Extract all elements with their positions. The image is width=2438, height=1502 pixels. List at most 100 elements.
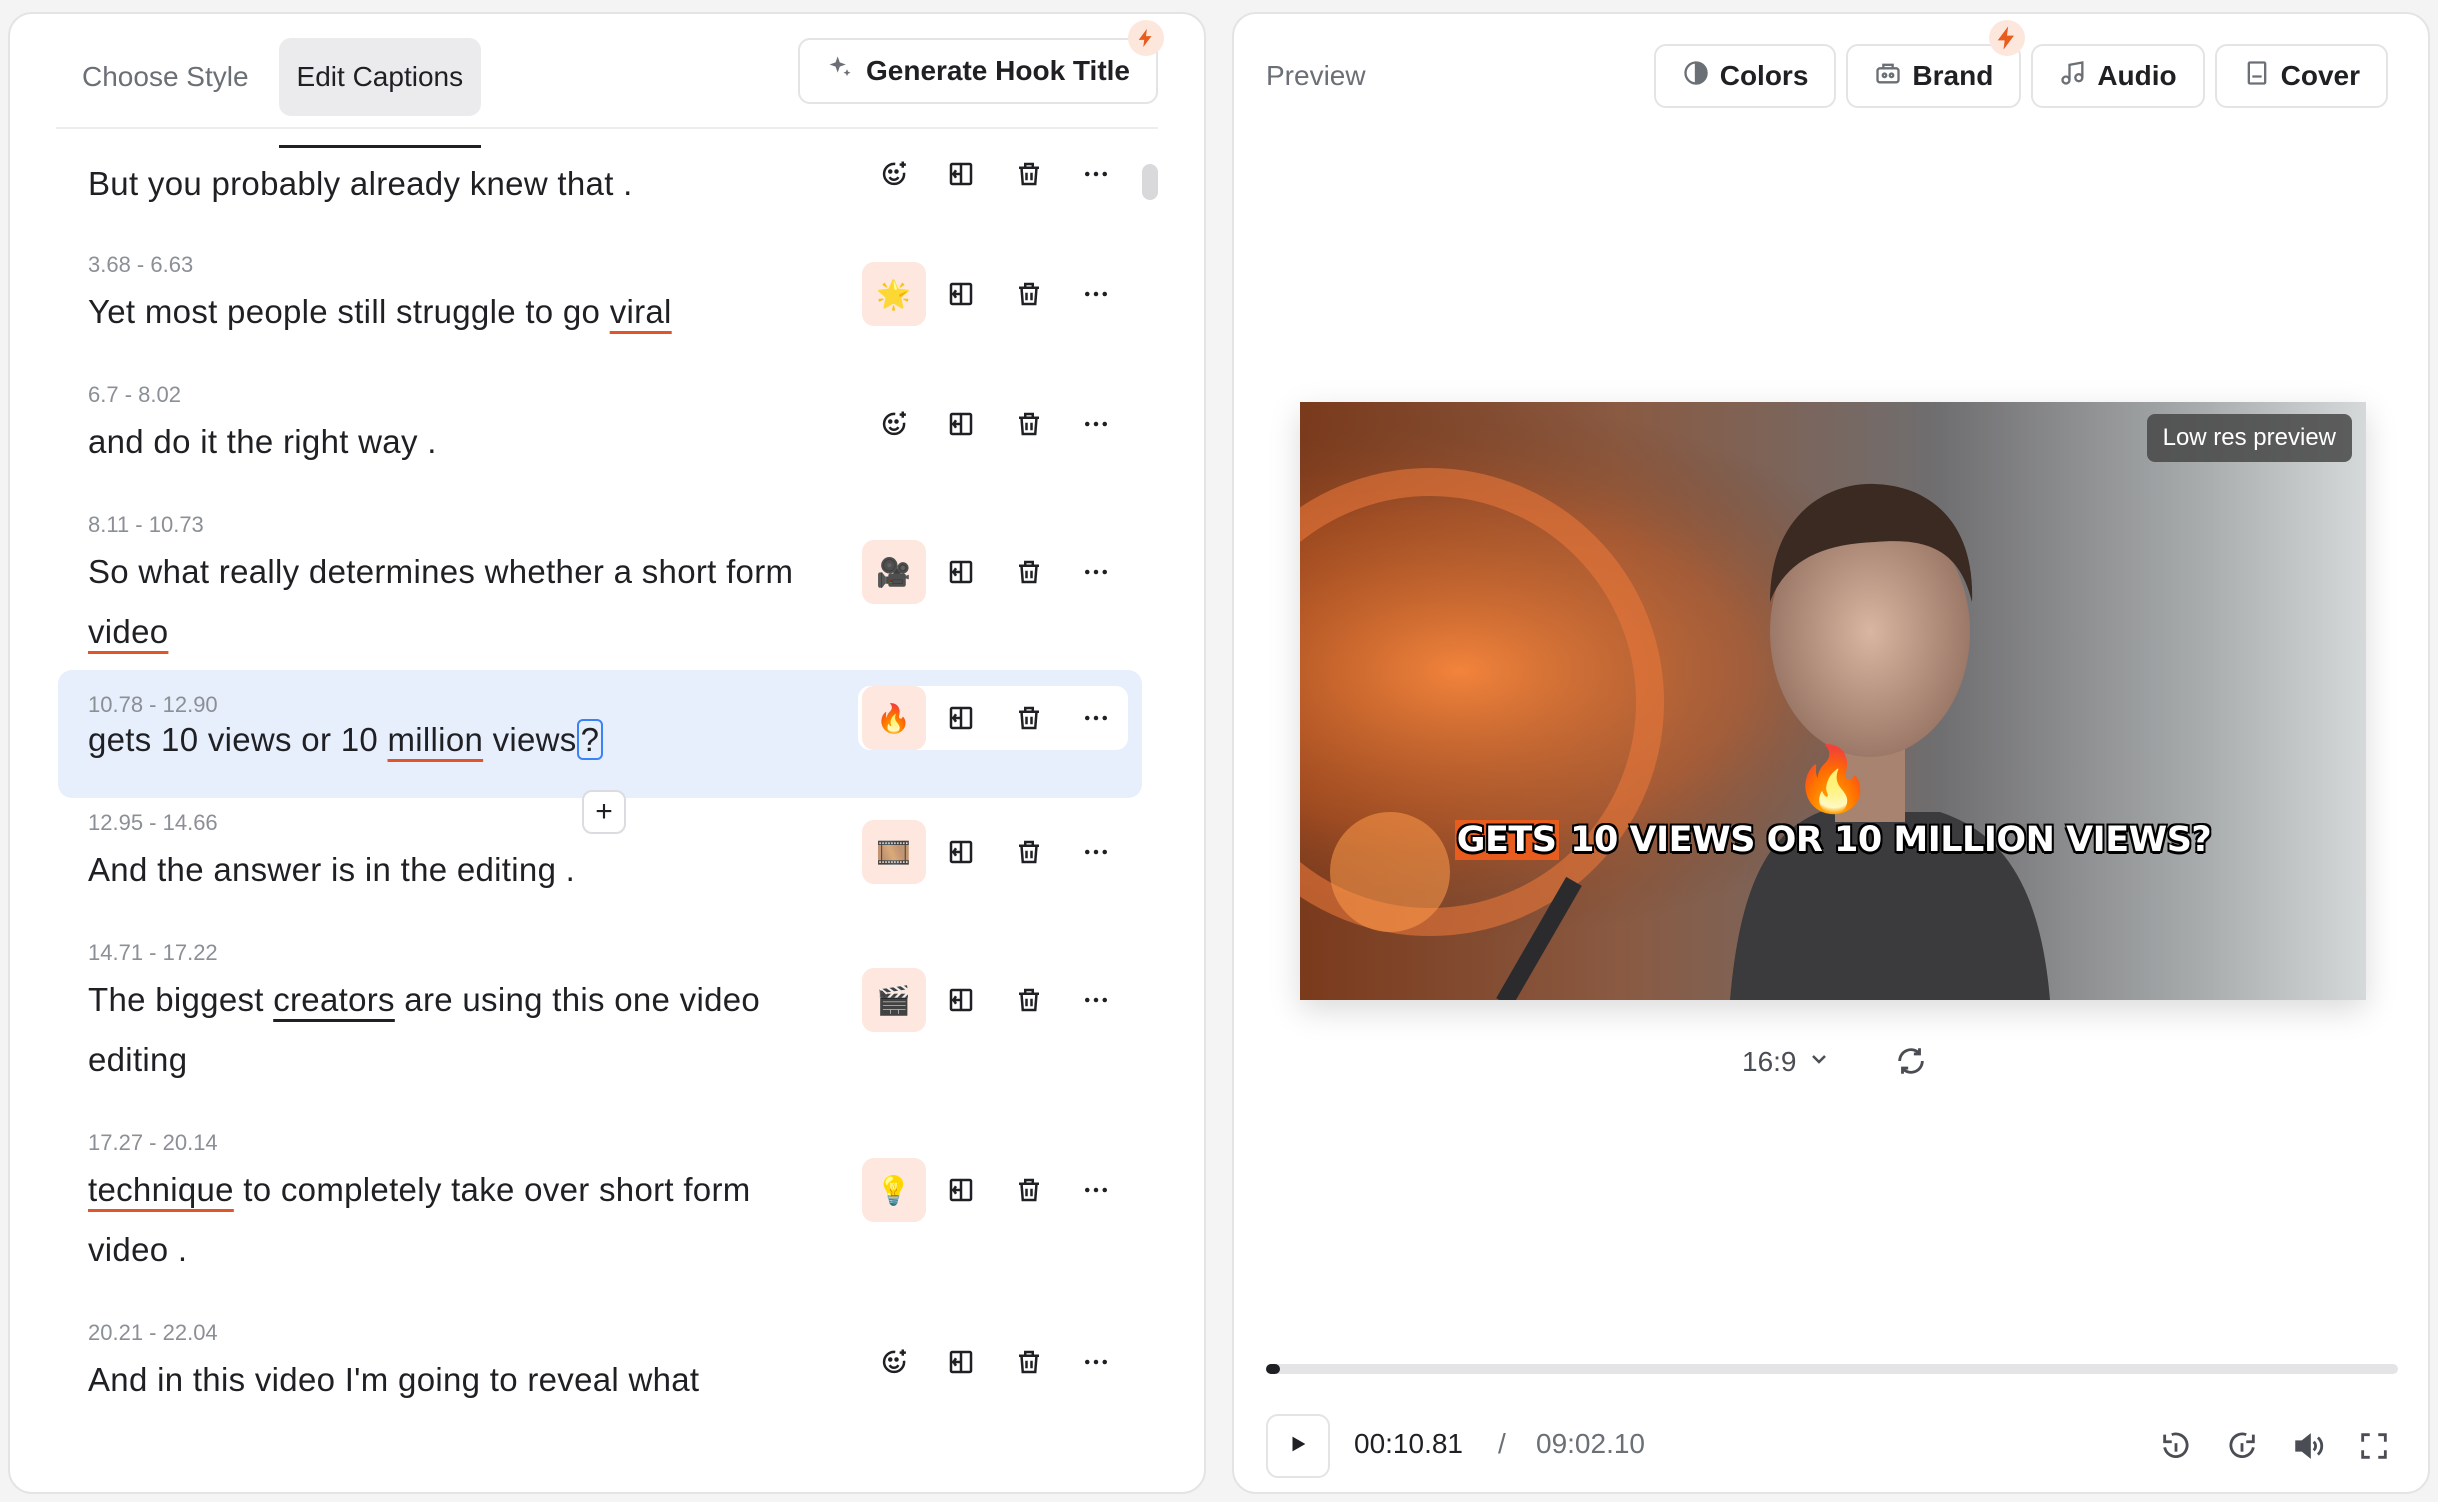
chevron-down-icon	[1807, 1046, 1831, 1078]
add-emoji-icon[interactable]	[862, 142, 926, 206]
caption-text[interactable]: But you probably already knew that .	[88, 154, 818, 214]
more-options-icon[interactable]	[1065, 1330, 1129, 1394]
play-button[interactable]	[1266, 1414, 1330, 1478]
trash-icon[interactable]	[997, 142, 1061, 206]
audio-button[interactable]: Audio	[2031, 44, 2205, 108]
caption-text-segment[interactable]: And the answer is in the editing .	[88, 851, 575, 888]
split-layout-icon[interactable]	[930, 1158, 994, 1222]
highlighted-word[interactable]: video	[88, 613, 168, 650]
cover-button[interactable]: Cover	[2214, 44, 2388, 108]
caption-text[interactable]: and do it the right way .	[88, 412, 818, 472]
add-emoji-icon[interactable]	[862, 392, 926, 456]
caption-emoji-overlay: 🔥	[1793, 743, 1873, 815]
highlighted-word[interactable]: million	[388, 721, 484, 758]
tab-edit-captions[interactable]: Edit Captions	[278, 38, 482, 148]
more-options-icon[interactable]	[1065, 262, 1129, 326]
more-options-icon[interactable]	[1065, 1158, 1129, 1222]
trash-icon[interactable]	[997, 820, 1061, 884]
highlighted-word[interactable]: technique	[88, 1171, 234, 1208]
volume-icon[interactable]	[2280, 1414, 2336, 1478]
caption-text-segment[interactable]: But you probably already knew that .	[88, 165, 633, 202]
more-options-icon[interactable]	[1065, 968, 1129, 1032]
caption-emoji-button[interactable]: 🎬	[862, 968, 926, 1032]
caption-row[interactable]: 6.7 - 8.02 and do it the right way .	[58, 372, 1142, 482]
caption-tools: 💡	[858, 1158, 1128, 1222]
caption-row[interactable]: 20.21 - 22.04 And in this video I'm going…	[58, 1310, 1142, 1420]
text-cursor-selection[interactable]: ?	[576, 719, 604, 760]
caption-tools	[858, 392, 1128, 456]
caption-overlay[interactable]: GETS 10 VIEWS OR 10 MILLION VIEWS?	[1300, 820, 2366, 860]
split-layout-icon[interactable]	[930, 968, 994, 1032]
caption-text[interactable]: So what really determines whether a shor…	[88, 542, 818, 662]
split-layout-icon[interactable]	[930, 686, 994, 750]
caption-text[interactable]: The biggest creators are using this one …	[88, 970, 818, 1090]
caption-text-segment[interactable]: The biggest	[88, 981, 273, 1018]
caption-timestamp: 6.7 - 8.02	[88, 382, 181, 407]
caption-text-segment[interactable]: Yet most people still struggle to go	[88, 293, 610, 330]
trash-icon[interactable]	[997, 686, 1061, 750]
caption-tools: 🌟	[858, 262, 1128, 326]
refresh-icon[interactable]	[1894, 1044, 1928, 1083]
split-layout-icon[interactable]	[930, 392, 994, 456]
caption-emoji-button[interactable]: 💡	[862, 1158, 926, 1222]
caption-emoji-button[interactable]: 🌟	[862, 262, 926, 326]
caption-row[interactable]: But you probably already knew that .	[58, 142, 1142, 226]
more-options-icon[interactable]	[1065, 142, 1129, 206]
trash-icon[interactable]	[997, 968, 1061, 1032]
caption-row[interactable]: 10.78 - 12.90 gets 10 views or 10 million…	[58, 670, 1142, 834]
brand-kit-icon	[1874, 59, 1902, 94]
trash-icon[interactable]	[997, 392, 1061, 456]
brand-label: Brand	[1912, 60, 1994, 91]
preview-title: Preview	[1266, 60, 1366, 91]
split-layout-icon[interactable]	[930, 1330, 994, 1394]
more-options-icon[interactable]	[1065, 392, 1129, 456]
split-layout-icon[interactable]	[930, 142, 994, 206]
aspect-ratio-select[interactable]: 16:9	[1742, 1046, 1831, 1078]
caption-text[interactable]: Yet most people still struggle to go vir…	[88, 282, 818, 342]
split-layout-icon[interactable]	[930, 820, 994, 884]
split-layout-icon[interactable]	[930, 262, 994, 326]
caption-row[interactable]: 12.95 - 14.66 And the answer is in the ed…	[58, 800, 1142, 910]
highlighted-word[interactable]: viral	[610, 293, 672, 330]
trash-icon[interactable]	[997, 540, 1061, 604]
caption-row[interactable]: 3.68 - 6.63 Yet most people still struggl…	[58, 242, 1142, 352]
trash-icon[interactable]	[997, 1330, 1061, 1394]
premium-bolt-icon	[1989, 20, 2026, 56]
caption-row[interactable]: 17.27 - 20.14 technique to completely tak…	[58, 1120, 1142, 1290]
more-options-icon[interactable]	[1065, 820, 1129, 884]
more-options-icon[interactable]	[1065, 540, 1129, 604]
caption-emoji-button[interactable]: 🔥	[862, 686, 926, 750]
forward-1s-icon[interactable]	[2214, 1414, 2270, 1478]
caption-rest-text: 10 VIEWS OR 10 MILLION VIEWS?	[1558, 820, 2212, 860]
caption-list-scrollbar[interactable]	[1142, 164, 1158, 200]
rewind-1s-icon[interactable]	[2148, 1414, 2204, 1478]
caption-text-segment[interactable]: views	[483, 721, 577, 758]
caption-text-segment[interactable]: and do it the right way .	[88, 423, 437, 460]
caption-text-segment[interactable]: gets 10 views or 10	[88, 721, 388, 758]
caption-text[interactable]: technique to completely take over short …	[88, 1160, 818, 1280]
tab-choose-style[interactable]: Choose Style	[64, 38, 267, 116]
split-layout-icon[interactable]	[930, 540, 994, 604]
add-emoji-icon[interactable]	[862, 1330, 926, 1394]
caption-emoji-button[interactable]: 🎥	[862, 540, 926, 604]
generate-hook-title-button[interactable]: Generate Hook Title	[798, 38, 1158, 104]
trash-icon[interactable]	[997, 1158, 1061, 1222]
video-preview[interactable]: Low res preview 🔥 GETS 10 VIEWS OR 10 MI…	[1300, 402, 2366, 1000]
trash-icon[interactable]	[997, 262, 1061, 326]
caption-text-segment[interactable]: So what really determines whether a shor…	[88, 553, 793, 590]
more-options-icon[interactable]	[1065, 686, 1129, 750]
caption-text[interactable]: And in this video I'm going to reveal wh…	[88, 1350, 818, 1410]
highlighted-word[interactable]: creators	[273, 981, 395, 1018]
caption-emoji-button[interactable]: 🎞️	[862, 820, 926, 884]
caption-row[interactable]: 14.71 - 17.22 The biggest creators are us…	[58, 930, 1142, 1100]
caption-row[interactable]: 8.11 - 10.73 So what really determines wh…	[58, 502, 1142, 652]
caption-text[interactable]: And the answer is in the editing .	[88, 840, 818, 900]
colors-button[interactable]: Colors	[1653, 44, 1837, 108]
caption-text[interactable]: gets 10 views or 10 million views?	[88, 710, 818, 770]
fullscreen-icon[interactable]	[2346, 1414, 2402, 1478]
caption-text-segment[interactable]: And in this video I'm going to reveal wh…	[88, 1361, 699, 1398]
add-emoji-icon	[879, 409, 909, 439]
brand-button[interactable]: Brand	[1846, 20, 2026, 108]
playback-progress-bar[interactable]	[1266, 1364, 2398, 1374]
add-emoji-icon	[879, 159, 909, 189]
